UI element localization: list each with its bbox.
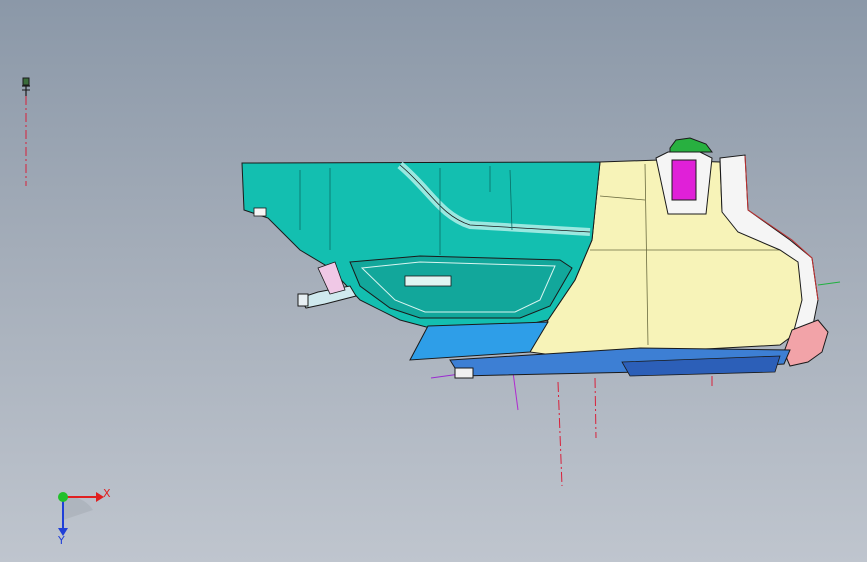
magenta-window[interactable] (671, 159, 697, 201)
purple-guide-line (512, 371, 519, 411)
construction-lines (557, 376, 713, 487)
cad-scene[interactable]: X Y (0, 0, 867, 562)
pocket-connector[interactable] (404, 275, 452, 287)
triad-x-label: X (103, 487, 111, 500)
bottom-clip[interactable] (454, 367, 474, 379)
bottom-strip-left[interactable] (409, 321, 549, 361)
axis-triad-icon: X Y (57, 487, 111, 547)
green-knob[interactable] (669, 137, 713, 153)
green-guide-line (817, 281, 841, 286)
triad-y-label: Y (57, 534, 65, 547)
cad-viewport[interactable]: X Y (0, 0, 867, 562)
origin-marker-icon (22, 77, 30, 96)
panel-slot (253, 207, 267, 217)
